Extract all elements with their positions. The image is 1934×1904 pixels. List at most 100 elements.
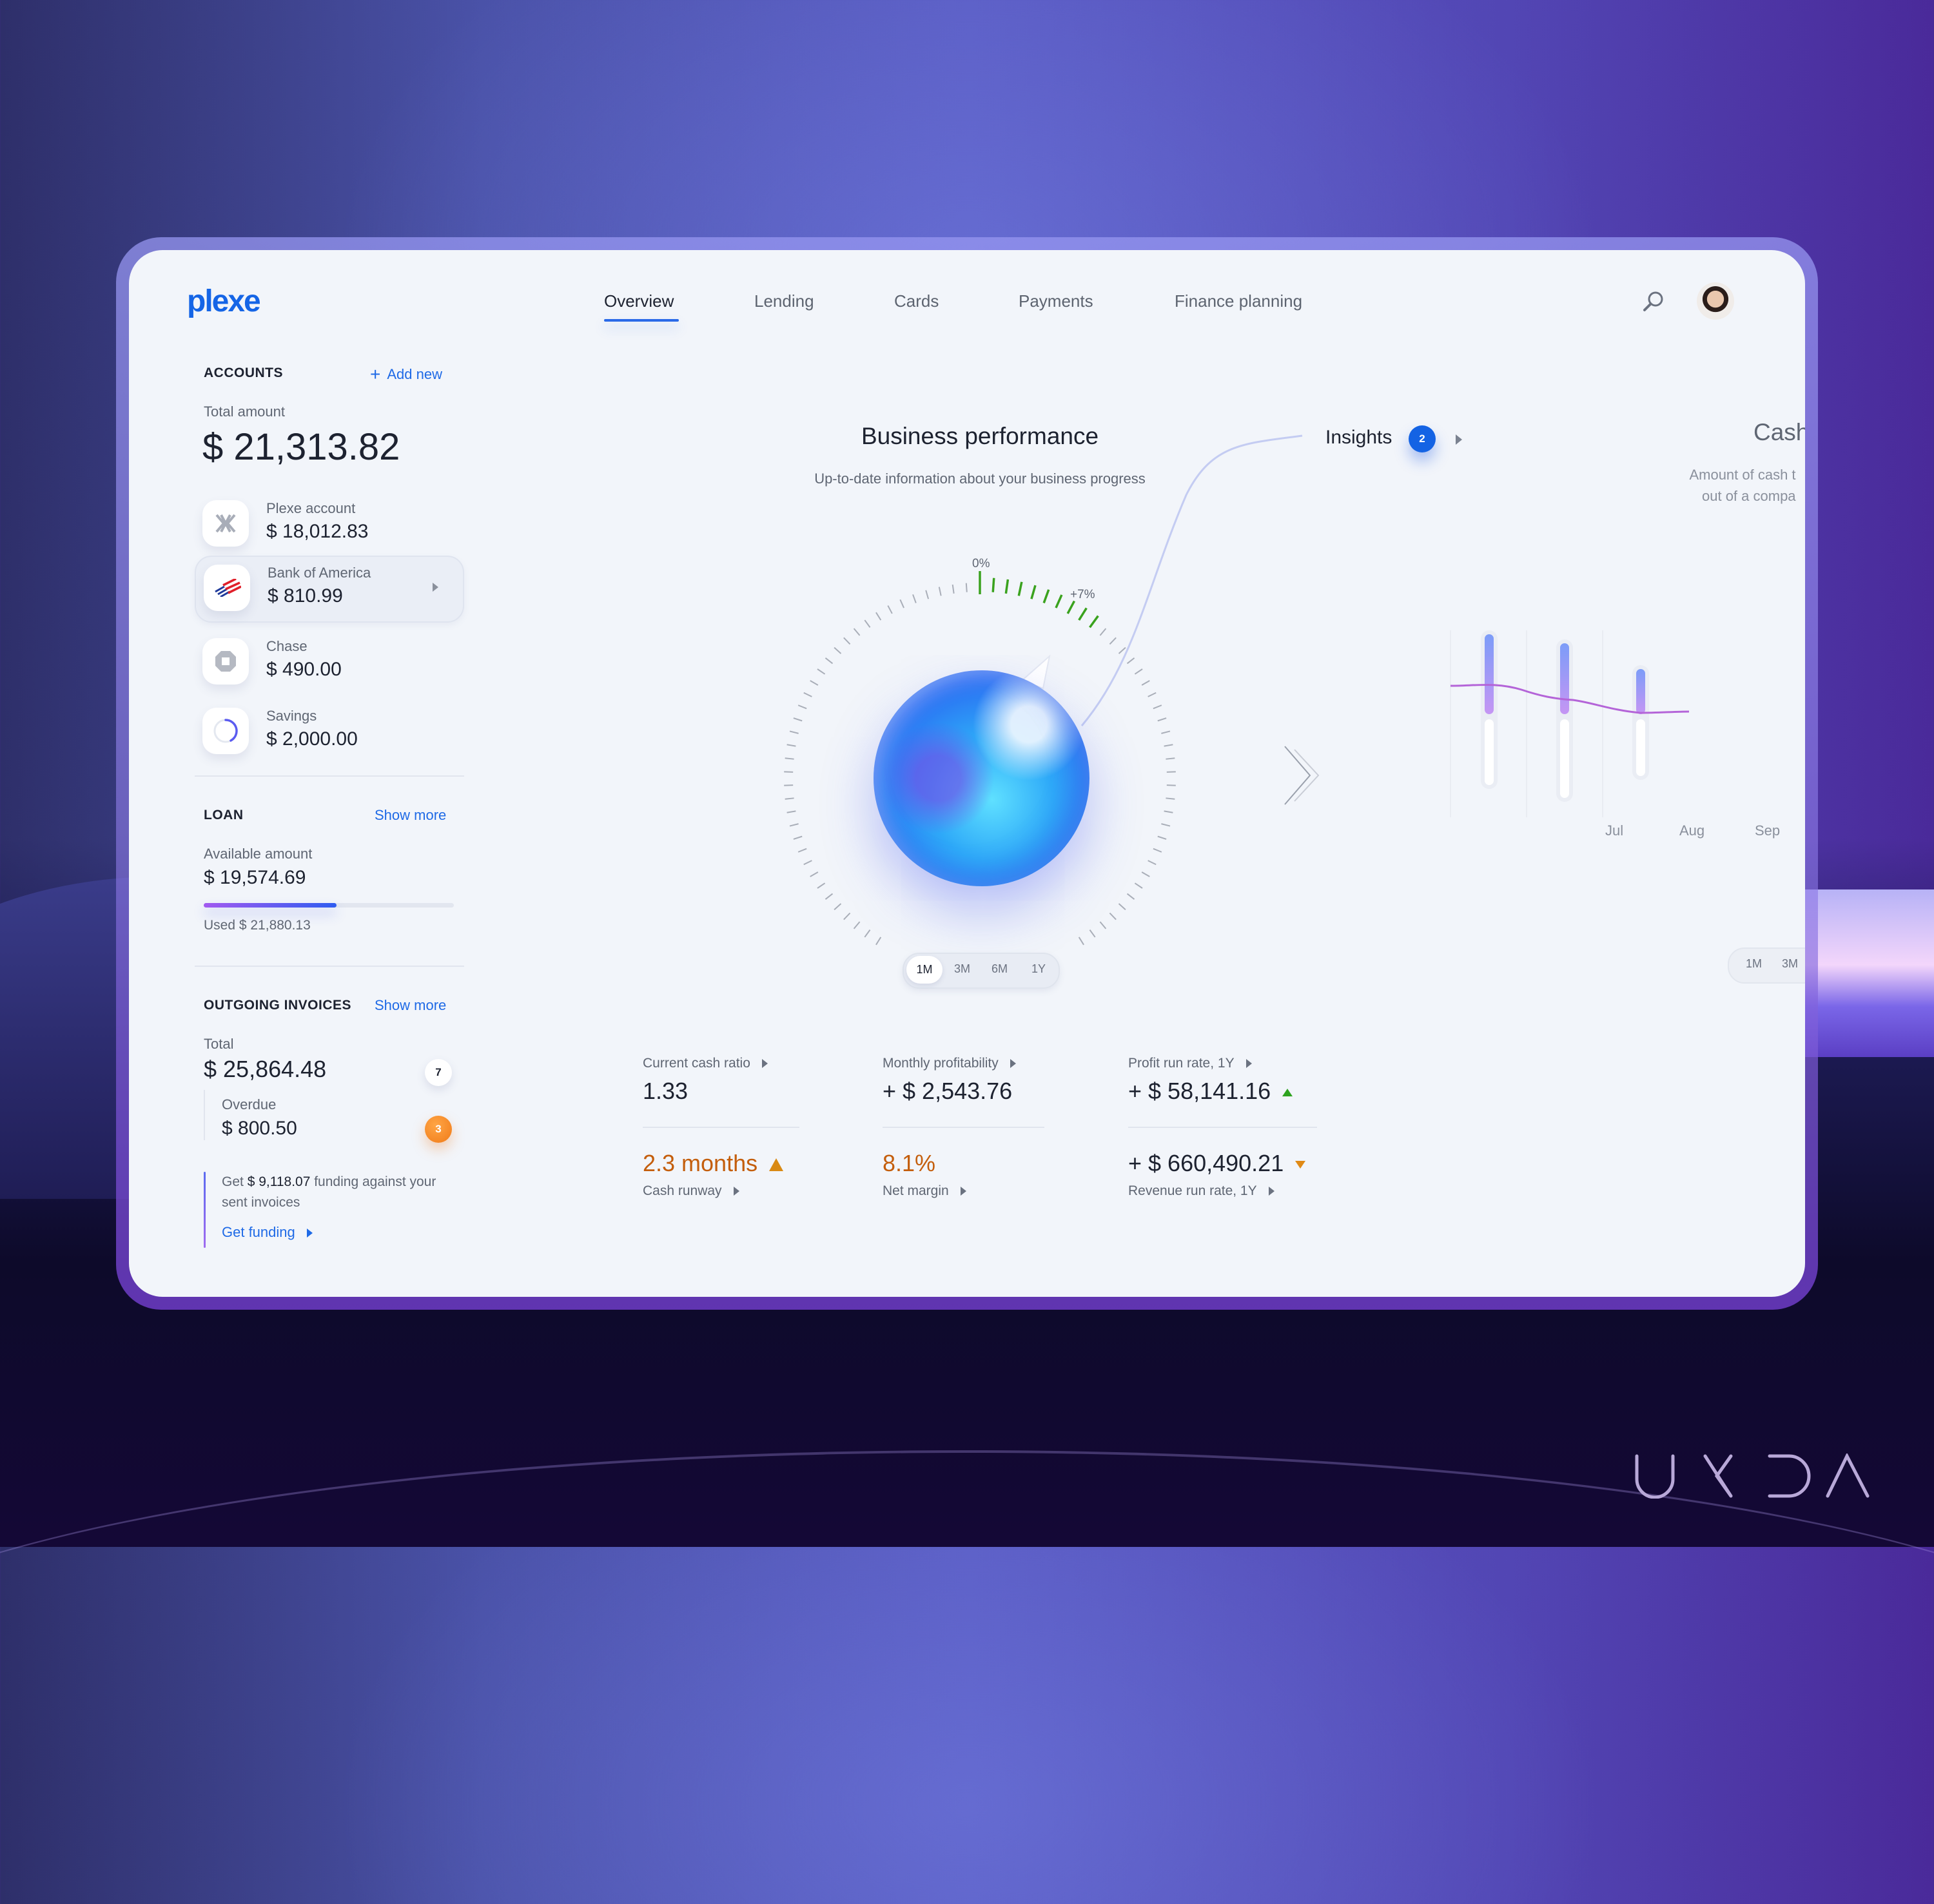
gauge-tick (876, 937, 881, 945)
uxda-watermark-logo (1634, 1453, 1879, 1499)
play-arrow-icon (734, 1187, 739, 1196)
month-label-aug: Aug (1679, 822, 1704, 839)
gauge-tick (834, 648, 841, 654)
gauge-tick (1148, 860, 1157, 864)
gauge-tick (913, 594, 916, 603)
gauge-tick (1109, 637, 1116, 644)
metric-value-text: + $ 58,141.16 (1128, 1078, 1271, 1104)
gauge-tick (1158, 837, 1166, 839)
cash-period-3m[interactable]: 3M (1782, 957, 1798, 971)
play-arrow-icon (1010, 1059, 1016, 1068)
metric-cash-runway-value: 2.3 months (643, 1150, 783, 1177)
metric-label-text: Net margin (883, 1183, 949, 1198)
gauge-tick (1089, 930, 1095, 937)
metric-cash-runway-label[interactable]: Cash runway (643, 1183, 739, 1199)
period-6m[interactable]: 6M (991, 962, 1008, 976)
cashflow-subtitle-line: out of a compa (1683, 485, 1796, 507)
gauge-tick (888, 606, 892, 614)
gauge-tick (785, 798, 794, 799)
gauge-tick (790, 731, 799, 733)
period-selector: 1M 3M 6M 1Y (903, 953, 1060, 989)
metric-revenue-run-rate-label[interactable]: Revenue run rate, 1Y (1128, 1183, 1275, 1199)
gauge-tick-active (1079, 608, 1087, 620)
gauge-tick (1119, 648, 1126, 654)
gauge-tick-active (1006, 579, 1008, 594)
gauge-tick (1119, 904, 1126, 909)
gauge-tick-active (1056, 595, 1062, 608)
gauge-tick (844, 913, 850, 920)
gauge-tick (834, 904, 841, 909)
gauge-tick (794, 718, 802, 721)
insights-label[interactable]: Insights (1325, 427, 1392, 449)
chevron-double-right-icon[interactable] (1285, 746, 1318, 804)
metric-monthly-profitability-label[interactable]: Monthly profitability (883, 1056, 1016, 1071)
metric-label-text: Revenue run rate, 1Y (1128, 1183, 1257, 1198)
gauge-tick (1100, 628, 1106, 636)
metric-divider (883, 1127, 1044, 1128)
gauge-tick-active (1019, 582, 1022, 596)
cashflow-subtitle-line: Amount of cash t (1683, 464, 1796, 485)
gauge-tick (1100, 922, 1106, 929)
gauge-zero-label: 0% (972, 557, 990, 571)
gauge-tick (1128, 894, 1135, 900)
cashflow-subtitle: Amount of cash tout of a compa (1683, 464, 1796, 507)
metric-label-text: Monthly profitability (883, 1056, 999, 1071)
play-arrow-icon (1246, 1059, 1252, 1068)
metric-profit-run-rate-label[interactable]: Profit run rate, 1Y (1128, 1056, 1252, 1071)
cashflow-period-selector: 1M 3M (1728, 947, 1805, 984)
gauge-tick (1166, 798, 1175, 799)
play-arrow-icon (762, 1059, 768, 1068)
period-1m[interactable]: 1M (906, 956, 943, 984)
gauge-tick (900, 599, 904, 608)
gauge-tick (1142, 681, 1149, 685)
metric-label-text: Cash runway (643, 1183, 722, 1198)
gauge-tick (798, 705, 806, 708)
metric-label-text: Current cash ratio (643, 1056, 750, 1071)
gauge-tick (854, 922, 860, 929)
gauge-tick (876, 612, 881, 620)
dashboard-card: plexe Overview Lending Cards Payments Fi… (129, 250, 1805, 1297)
gauge-tick-active (1044, 590, 1049, 603)
period-3m[interactable]: 3M (954, 962, 970, 976)
metric-divider (1128, 1127, 1317, 1128)
gauge-tick (1079, 937, 1084, 945)
gauge-tick (794, 837, 802, 839)
gauge-tick (1153, 849, 1162, 852)
gauge-tick (1161, 731, 1170, 733)
gauge-value-label: +7% (1070, 588, 1095, 602)
gauge-tick (810, 681, 818, 685)
metric-net-margin-label[interactable]: Net margin (883, 1183, 966, 1199)
warning-icon (769, 1158, 783, 1171)
gauge-tick (1164, 744, 1173, 746)
insights-connector-line (1082, 436, 1302, 726)
metric-net-margin-value: 8.1% (883, 1150, 935, 1177)
gauge-tick (810, 872, 818, 877)
metric-value-text: 2.3 months (643, 1150, 757, 1176)
background-arc (0, 1450, 1934, 1904)
gauge-tick (953, 585, 954, 594)
gauge-tick (787, 811, 796, 812)
gauge-tick (804, 693, 812, 697)
cash-inflow-bar (1636, 669, 1645, 714)
cash-period-1m[interactable]: 1M (1746, 957, 1762, 971)
gauge-tick (1128, 658, 1135, 664)
gauge-tick-active (993, 578, 994, 592)
metric-current-cash-ratio-value: 1.33 (643, 1078, 688, 1105)
gauge-tick (804, 860, 812, 864)
gauge-tick (939, 587, 941, 596)
gauge-tick (1148, 693, 1157, 697)
metric-divider (643, 1127, 799, 1128)
metric-monthly-profitability-value: + $ 2,543.76 (883, 1078, 1012, 1105)
metric-label-text: Profit run rate, 1Y (1128, 1056, 1235, 1071)
play-arrow-icon (961, 1187, 966, 1196)
gauge-tick (1161, 824, 1170, 826)
period-1y[interactable]: 1Y (1031, 962, 1046, 976)
gauge-tick (1109, 913, 1116, 920)
metric-revenue-run-rate-value: + $ 660,490.21 (1128, 1150, 1305, 1177)
gauge-tick (790, 824, 799, 826)
metric-current-cash-ratio-label[interactable]: Current cash ratio (643, 1056, 768, 1071)
cash-inflow-bar (1485, 634, 1494, 714)
gauge-tick (1135, 883, 1142, 888)
gauge-tick (825, 894, 832, 900)
insights-arrow-icon[interactable] (1456, 434, 1462, 445)
